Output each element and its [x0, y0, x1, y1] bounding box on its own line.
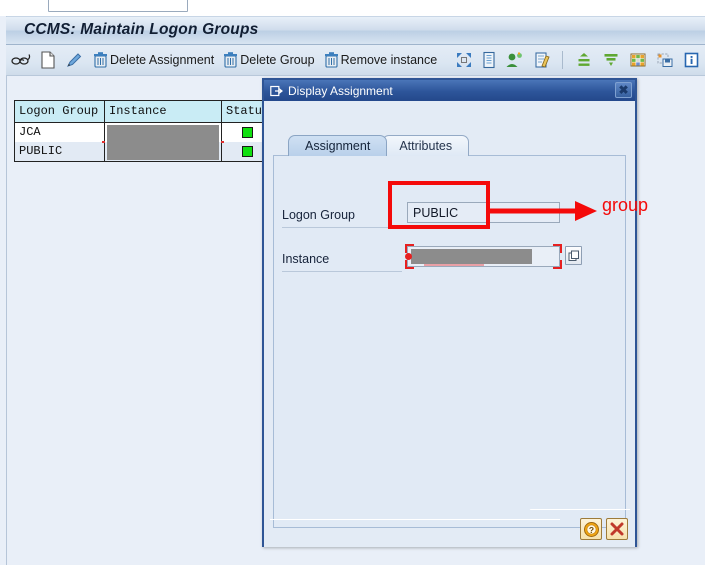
focus-corner: [405, 260, 414, 269]
dialog-footer: ?: [264, 507, 635, 547]
toolbar: Delete Assignment Delete Group Remove in…: [6, 45, 705, 76]
column-logon-group: JCA PUBLIC: [15, 123, 105, 161]
grid-colors-icon: [629, 51, 647, 69]
trash-icon: [92, 51, 109, 69]
label-underline: [282, 271, 402, 272]
column-header-logon-group[interactable]: Logon Group: [15, 101, 105, 122]
display-assignment-dialog: Display Assignment ✖ Assignment Attribut…: [262, 78, 637, 547]
annotation-arrow-icon: [487, 201, 597, 221]
annotation-label: group: [602, 195, 649, 215]
redaction-mark: [221, 141, 224, 143]
pencil-edit-icon: [65, 51, 83, 69]
trash-icon: [323, 51, 340, 69]
toolbar-button-edit[interactable]: [62, 47, 87, 73]
svg-text:?: ?: [588, 525, 593, 535]
toolbar-button-users[interactable]: [502, 47, 529, 73]
table-row[interactable]: PUBLIC: [15, 142, 104, 161]
expand-arrows-icon: [455, 51, 473, 69]
close-icon[interactable]: ✖: [615, 82, 632, 98]
toolbar-button-filter[interactable]: [599, 47, 624, 73]
toolbar-button-info[interactable]: [680, 47, 704, 73]
trash-icon: [222, 51, 239, 69]
filter-icon: [602, 51, 620, 69]
sort-ascending-icon: [575, 51, 593, 69]
app-root: CCMS: Maintain Logon Groups Delete Assig…: [0, 0, 705, 565]
users-icon: [505, 51, 525, 69]
toolbar-divider: [562, 51, 564, 69]
instance-label: Instance: [282, 252, 330, 266]
toolbar-button-display[interactable]: [8, 47, 35, 73]
redaction-mark: [405, 253, 412, 260]
window-title-bar: CCMS: Maintain Logon Groups: [6, 17, 705, 45]
toolbar-button-delete-group[interactable]: Delete Group: [219, 47, 317, 73]
dialog-title: Display Assignment: [288, 83, 393, 98]
server-list-icon: [482, 51, 496, 69]
document-check-icon: [534, 51, 551, 69]
column-instance: [102, 123, 224, 161]
dialog-title-bar: Display Assignment ✖: [264, 80, 635, 101]
toolbar-button-new[interactable]: [37, 47, 60, 73]
close-icon: [610, 522, 624, 536]
cancel-button[interactable]: [606, 518, 628, 540]
matchcode-search-help-icon[interactable]: [565, 246, 582, 265]
toolbar-button-remove-instance[interactable]: Remove instance: [320, 47, 441, 73]
logon-group-label: Logon Group: [282, 208, 355, 222]
toolbar-button-delete-assignment[interactable]: Delete Assignment: [89, 47, 217, 73]
question-icon: ?: [583, 521, 599, 537]
glasses-display-icon: [11, 51, 31, 69]
new-document-icon: [40, 51, 56, 69]
tab-assignment[interactable]: Assignment: [288, 135, 388, 156]
toolbar-label: Delete Group: [240, 53, 315, 67]
toolbar-button-grid-colors[interactable]: [626, 47, 651, 73]
redaction-overlay: [411, 249, 532, 264]
top-strip: [0, 0, 705, 16]
page-title: CCMS: Maintain Logon Groups: [24, 21, 259, 38]
info-icon: [683, 51, 700, 69]
focus-corner: [553, 260, 562, 269]
toolbar-button-server-list[interactable]: [479, 47, 500, 73]
logon-groups-table: Logon Group Instance Status JCA PUBLIC: [14, 100, 273, 162]
label-underline: [282, 227, 402, 228]
status-badge-green: [241, 146, 253, 157]
help-button[interactable]: ?: [580, 518, 602, 540]
command-field[interactable]: [48, 0, 188, 12]
toolbar-button-document-check[interactable]: [531, 47, 555, 73]
redaction-mark: [102, 141, 105, 143]
table-body: JCA PUBLIC: [15, 122, 272, 161]
toolbar-button-expand[interactable]: [452, 47, 477, 73]
redaction-overlay: [107, 125, 219, 160]
toolbar-label: Delete Assignment: [110, 53, 215, 67]
table-header-row: Logon Group Instance Status: [15, 101, 272, 122]
footer-separator: [270, 519, 560, 520]
status-badge-green: [241, 127, 253, 138]
column-header-instance[interactable]: Instance: [105, 101, 222, 122]
toolbar-label: Remove instance: [340, 53, 438, 67]
toolbar-button-save-layout[interactable]: [653, 47, 678, 73]
annotation-highlight-box: [388, 181, 490, 229]
dialog-window-icon: [270, 85, 283, 97]
toolbar-button-sort[interactable]: [572, 47, 597, 73]
dialog-tabs: Assignment Attributes: [288, 134, 470, 156]
focus-corner: [405, 244, 414, 253]
tab-attributes[interactable]: Attributes: [382, 135, 470, 156]
dialog-body: Assignment Attributes Logon Group Instan…: [264, 101, 635, 547]
save-layout-icon: [656, 51, 674, 69]
redaction-mark: [424, 264, 484, 266]
table-row[interactable]: JCA: [15, 123, 104, 142]
focus-corner: [553, 244, 562, 253]
